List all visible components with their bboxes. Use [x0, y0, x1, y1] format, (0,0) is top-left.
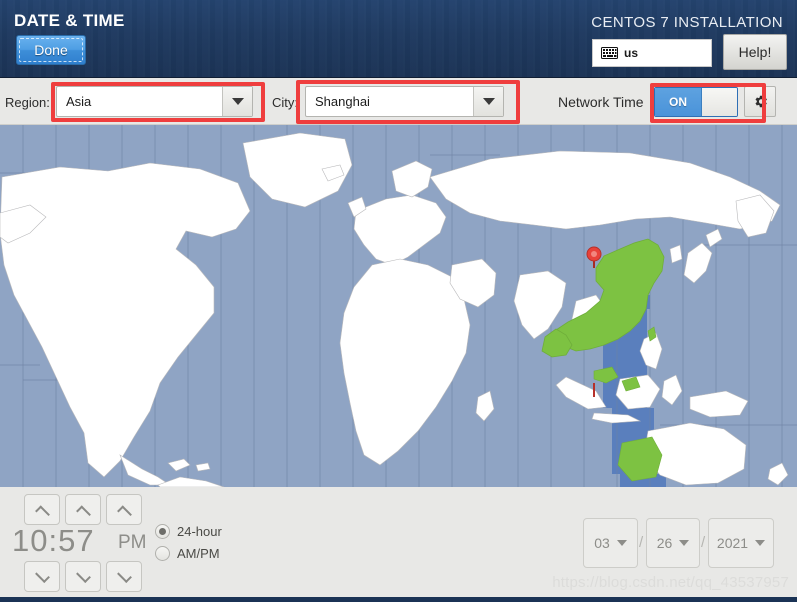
region-value: Asia — [66, 94, 92, 109]
year-combo[interactable]: 2021 — [708, 518, 774, 568]
world-timezone-map[interactable] — [0, 125, 797, 487]
day-value: 26 — [656, 535, 673, 551]
chevron-up-icon — [75, 504, 91, 520]
day-combo[interactable]: 26 — [646, 518, 700, 568]
done-button-label: Done — [34, 42, 68, 58]
month-value: 03 — [594, 535, 610, 551]
radio-selected-dot — [159, 528, 166, 535]
region-dropdown-arrow[interactable] — [222, 87, 252, 116]
region-combo[interactable]: Asia — [56, 86, 253, 117]
city-label: City: — [272, 95, 298, 110]
meridiem-decrement-button[interactable] — [106, 561, 142, 592]
chevron-up-icon — [116, 504, 132, 520]
chevron-down-icon — [75, 567, 91, 583]
radio-am-pm-indicator — [155, 546, 170, 561]
hour-decrement-button[interactable] — [24, 561, 60, 592]
page-title: DATE & TIME — [14, 11, 125, 30]
help-button[interactable]: Help! — [723, 34, 787, 70]
network-time-state-label: ON — [655, 88, 701, 116]
time-display: 10:57 — [12, 523, 95, 558]
radio-24-hour[interactable]: 24-hour — [155, 524, 222, 539]
minute-decrement-button[interactable] — [65, 561, 101, 592]
network-time-toggle[interactable]: ON — [654, 87, 738, 117]
footer-strip — [0, 597, 797, 602]
done-button[interactable]: Done — [16, 35, 86, 65]
year-value: 2021 — [716, 535, 749, 551]
city-value: Shanghai — [315, 94, 370, 109]
gear-icon — [754, 95, 767, 108]
chevron-up-icon — [34, 504, 50, 520]
app-header: DATE & TIME Done CENTOS 7 INSTALLATION u… — [0, 0, 797, 78]
chevron-down-icon — [482, 98, 495, 105]
installation-title: CENTOS 7 INSTALLATION — [591, 14, 783, 31]
meridiem-increment-button[interactable] — [106, 494, 142, 525]
radio-24-hour-label: 24-hour — [177, 524, 222, 539]
watermark-text: https://blog.csdn.net/qq_43537957 — [552, 574, 789, 591]
month-combo[interactable]: 03 — [583, 518, 638, 568]
date-separator: / — [701, 534, 706, 551]
chevron-down-icon — [34, 567, 50, 583]
chevron-down-icon — [755, 540, 766, 546]
city-dropdown-arrow[interactable] — [473, 87, 503, 116]
hour-increment-button[interactable] — [24, 494, 60, 525]
radio-am-pm[interactable]: AM/PM — [155, 546, 220, 561]
meridiem-display: PM — [118, 532, 147, 553]
date-time-screen: DATE & TIME Done CENTOS 7 INSTALLATION u… — [0, 0, 797, 602]
chevron-down-icon — [231, 98, 244, 105]
keyboard-layout-indicator[interactable]: us — [592, 39, 712, 67]
chevron-down-icon — [679, 540, 690, 546]
radio-am-pm-label: AM/PM — [177, 546, 220, 561]
chevron-down-icon — [616, 540, 627, 546]
region-label: Region: — [5, 95, 50, 110]
radio-24-hour-indicator — [155, 524, 170, 539]
network-time-label: Network Time — [558, 94, 644, 110]
toggle-knob[interactable] — [701, 88, 737, 116]
map-svg — [0, 125, 797, 487]
keyboard-layout-label: us — [624, 46, 639, 60]
network-time-settings-button[interactable] — [744, 86, 776, 117]
chevron-down-icon — [116, 567, 132, 583]
date-separator: / — [639, 534, 644, 551]
keyboard-icon — [601, 47, 618, 59]
help-button-label: Help! — [738, 44, 772, 60]
minute-increment-button[interactable] — [65, 494, 101, 525]
city-combo[interactable]: Shanghai — [305, 86, 504, 117]
